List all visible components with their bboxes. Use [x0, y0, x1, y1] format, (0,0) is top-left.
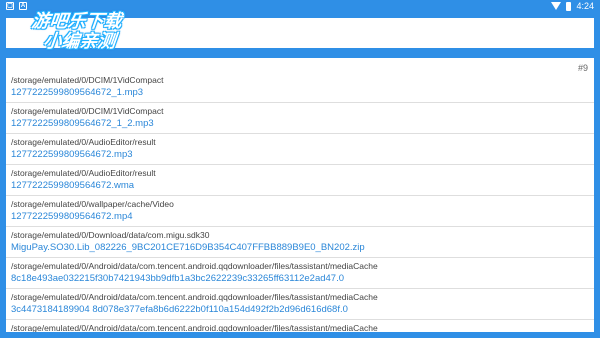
list-item[interactable]: /storage/emulated/0/DCIM/1VidCompact 1277… [6, 72, 594, 103]
wifi-icon [551, 2, 562, 10]
list-item[interactable]: /storage/emulated/0/Android/data/com.ten… [6, 258, 594, 289]
file-name[interactable]: MiguPay.SO30.Lib_082226_9BC201CE716D9B35… [11, 241, 594, 254]
file-name[interactable]: 3c4473184189904 8d078e377efa8b6d6222b0f1… [11, 303, 594, 316]
file-name[interactable]: 1277222599809564672.mp4 [11, 210, 594, 223]
file-path: /storage/emulated/0/DCIM/1VidCompact [11, 75, 164, 85]
file-path: /storage/emulated/0/wallpaper/cache/Vide… [11, 199, 174, 209]
battery-icon [566, 1, 572, 11]
file-path: /storage/emulated/0/Android/data/com.ten… [11, 323, 378, 332]
list-item[interactable]: /storage/emulated/0/AudioEditor/result 12… [6, 165, 594, 196]
list-item[interactable]: /storage/emulated/0/AudioEditor/result 12… [6, 134, 594, 165]
file-path: /storage/emulated/0/Download/data/com.mi… [11, 230, 210, 240]
notification-icon: ▢ [6, 2, 14, 10]
file-path: /storage/emulated/0/AudioEditor/result [11, 168, 156, 178]
file-path: /storage/emulated/0/Android/data/com.ten… [11, 261, 378, 271]
file-path: /storage/emulated/0/DCIM/1VidCompact [11, 106, 164, 116]
file-list-card: #9 /storage/emulated/0/DCIM/1VidCompact 1… [6, 58, 594, 332]
file-path: /storage/emulated/0/Android/data/com.ten… [11, 292, 378, 302]
notification-icon-a: A [19, 2, 27, 10]
file-name[interactable]: 1277222599809564672_1_2.mp3 [11, 117, 594, 130]
list-item[interactable]: /storage/emulated/0/Android/data/com.ten… [6, 289, 594, 320]
file-name[interactable]: 1277222599809564672.mp3 [11, 148, 594, 161]
list-item[interactable]: /storage/emulated/0/Download/data/com.mi… [6, 227, 594, 258]
status-left-icons: ▢ A [6, 2, 27, 10]
list-item[interactable]: /storage/emulated/0/wallpaper/cache/Vide… [6, 196, 594, 227]
status-right-icons: 4:24 [551, 1, 594, 11]
watermark-logo: 游吧乐下载 小编亲测 [27, 11, 152, 60]
list-item[interactable]: /storage/emulated/0/Android/data/com.ten… [6, 320, 594, 332]
file-name[interactable]: 1277222599809564672.wma [11, 179, 594, 192]
file-path: /storage/emulated/0/AudioEditor/result [11, 137, 156, 147]
toolbar: 游吧乐下载 小编亲测 [6, 11, 594, 52]
file-name[interactable]: 8c18e493ae032215f30b7421943bb9dfb1a3bc26… [11, 272, 594, 285]
file-name[interactable]: 1277222599809564672_1.mp3 [11, 86, 594, 99]
clock: 4:24 [576, 1, 594, 11]
logo-line-2: 小编亲测 [42, 31, 117, 52]
list-item[interactable]: /storage/emulated/0/DCIM/1VidCompact 1277… [6, 103, 594, 134]
file-list[interactable]: /storage/emulated/0/DCIM/1VidCompact 1277… [6, 72, 594, 332]
logo-line-1: 游吧乐下载 [30, 11, 123, 32]
